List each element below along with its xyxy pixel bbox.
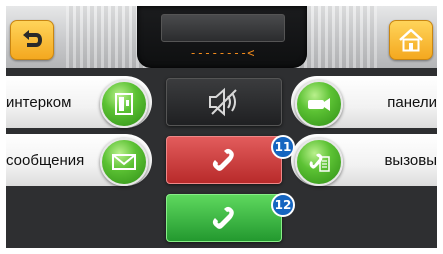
panels-orb — [295, 80, 343, 128]
top-bar: --------< — [6, 6, 437, 68]
messages-button[interactable]: сообщения — [6, 134, 152, 186]
panels-label: панели — [387, 93, 437, 111]
intercom-label: интерком — [6, 93, 72, 111]
home-button[interactable] — [389, 20, 433, 60]
status-display: --------< — [137, 6, 307, 68]
call-log-icon — [309, 153, 330, 172]
camera-icon — [308, 98, 330, 111]
back-button[interactable] — [10, 20, 54, 60]
back-arrow-icon — [23, 30, 42, 47]
intercom-orb — [100, 80, 148, 128]
calls-button[interactable]: вызовы — [291, 134, 437, 186]
intercom-screen: --------< интерком панели сообщения 11 в… — [6, 6, 437, 248]
mute-button[interactable] — [166, 78, 282, 126]
handset-icon — [212, 206, 234, 229]
answer-button[interactable]: 12 — [166, 193, 295, 242]
display-screen — [161, 14, 285, 42]
handset-icon — [212, 148, 234, 171]
messages-orb — [100, 138, 148, 186]
intercom-door-icon — [115, 93, 133, 115]
row-messages-calls: сообщения 11 вызовы — [6, 134, 437, 186]
display-readout: --------< — [189, 46, 255, 60]
badge-12: 12 — [271, 193, 295, 217]
envelope-icon — [112, 154, 136, 170]
calls-orb — [295, 138, 343, 186]
messages-label: сообщения — [6, 151, 85, 169]
panels-button[interactable]: панели — [291, 76, 437, 128]
home-icon — [399, 28, 423, 52]
left-grille — [66, 6, 146, 68]
calls-label: вызовы — [384, 151, 437, 169]
speaker-muted-icon — [209, 87, 237, 117]
row-answer: 12 — [6, 192, 437, 244]
intercom-button[interactable]: интерком — [6, 76, 152, 128]
row-intercom-panels: интерком панели — [6, 76, 437, 128]
right-grille — [297, 6, 377, 68]
hang-up-button[interactable]: 11 — [166, 135, 295, 184]
